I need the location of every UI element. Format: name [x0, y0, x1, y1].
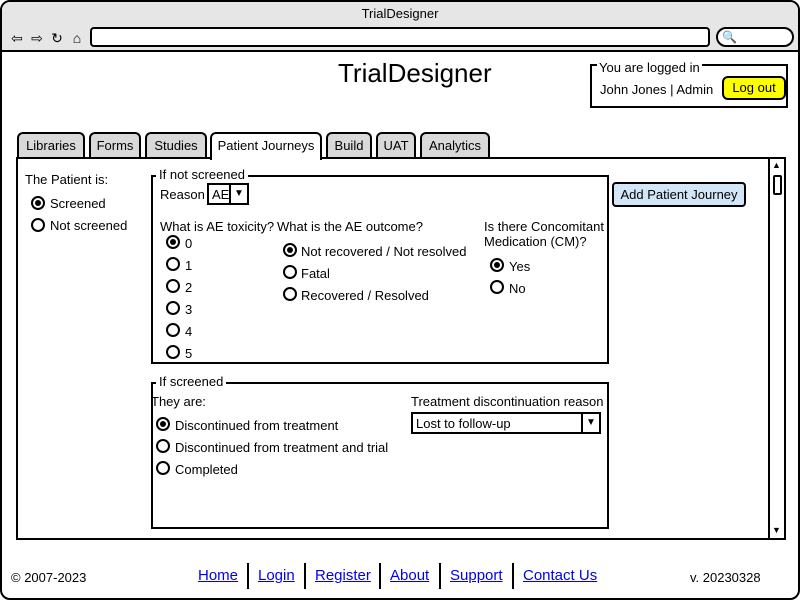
discontinuation-label: Treatment discontinuation reason [411, 394, 604, 409]
discontinuation-select[interactable]: Lost to follow-up ▼ [411, 412, 601, 434]
tab-analytics[interactable]: Analytics [420, 132, 490, 158]
footer-divider [379, 563, 381, 589]
search-icon: 🔍 [722, 30, 737, 44]
footer-divider [439, 563, 441, 589]
radio-not-screened-label: Not screened [50, 218, 128, 233]
they-are-label: They are: [151, 394, 206, 409]
reason-select[interactable]: AE ▼ [207, 183, 249, 205]
tab-build[interactable]: Build [326, 132, 372, 158]
toxicity-4-label: 4 [185, 324, 193, 339]
url-input[interactable] [90, 27, 710, 47]
footer-divider [512, 563, 514, 589]
radio-discontinued-trial[interactable] [156, 439, 170, 453]
add-patient-journey-button[interactable]: Add Patient Journey [612, 182, 746, 207]
radio-outcome-fatal[interactable] [283, 265, 297, 279]
browser-toolbar: ⇦ ⇨ ↻ ⌂ 🔍 [2, 26, 798, 52]
radio-screened-label: Screened [50, 196, 106, 211]
outcome-recovered-label: Recovered / Resolved [301, 288, 429, 303]
forward-icon[interactable]: ⇨ [28, 29, 46, 47]
window-title: TrialDesigner [2, 2, 798, 26]
radio-screened[interactable] [31, 196, 45, 210]
radio-not-screened[interactable] [31, 218, 45, 232]
radio-toxicity-4[interactable] [166, 323, 180, 337]
tab-studies[interactable]: Studies [145, 132, 207, 158]
user-name: John Jones | Admin [600, 82, 714, 97]
screened-legend: If screened [156, 374, 227, 389]
back-icon[interactable]: ⇦ [8, 29, 26, 47]
discontinuation-value: Lost to follow-up [416, 416, 511, 431]
reason-label: Reason [160, 187, 205, 202]
outcome-not-recovered-label: Not recovered / Not resolved [301, 244, 467, 259]
footer-link-register[interactable]: Register [315, 567, 371, 584]
footer-divider [247, 563, 249, 589]
login-legend: You are logged in [597, 60, 702, 75]
logout-button[interactable]: Log out [722, 76, 786, 100]
discontinued-treatment-label: Discontinued from treatment [175, 418, 339, 433]
scroll-down-icon[interactable]: ▼ [772, 525, 781, 535]
footer-link-support[interactable]: Support [450, 567, 503, 584]
footer-link-home[interactable]: Home [198, 567, 238, 584]
footer-link-about[interactable]: About [390, 567, 429, 584]
cm-question-line1: Is there Concomitant [484, 219, 604, 234]
radio-cm-yes[interactable] [490, 258, 504, 272]
outcome-question: What is the AE outcome? [277, 219, 423, 234]
vertical-scrollbar[interactable]: ▲ ▼ [768, 159, 784, 538]
radio-outcome-recovered[interactable] [283, 287, 297, 301]
version: v. 20230328 [690, 570, 761, 585]
toxicity-3-label: 3 [185, 302, 193, 317]
radio-toxicity-0[interactable] [166, 235, 180, 249]
app-title: TrialDesigner [338, 58, 492, 88]
cm-yes-label: Yes [509, 259, 531, 274]
home-icon[interactable]: ⌂ [68, 29, 86, 47]
tab-uat[interactable]: UAT [376, 132, 416, 158]
chevron-down-icon: ▼ [229, 185, 247, 203]
copyright: © 2007-2023 [11, 570, 87, 585]
radio-cm-no[interactable] [490, 280, 504, 294]
discontinued-trial-label: Discontinued from treatment and trial [175, 440, 389, 455]
radio-discontinued-treatment[interactable] [156, 417, 170, 431]
radio-toxicity-1[interactable] [166, 257, 180, 271]
toxicity-1-label: 1 [185, 258, 193, 273]
tab-patient-journeys[interactable]: Patient Journeys [210, 132, 322, 160]
toxicity-0-label: 0 [185, 236, 193, 251]
patient-heading: The Patient is: [25, 172, 109, 187]
footer-link-login[interactable]: Login [258, 567, 295, 584]
radio-toxicity-2[interactable] [166, 279, 180, 293]
radio-completed[interactable] [156, 461, 170, 475]
cm-no-label: No [509, 281, 526, 296]
footer-divider [304, 563, 306, 589]
scroll-up-icon[interactable]: ▲ [772, 160, 781, 170]
scroll-thumb[interactable] [773, 175, 782, 195]
radio-toxicity-5[interactable] [166, 345, 180, 359]
radio-outcome-not-recovered[interactable] [283, 243, 297, 257]
completed-label: Completed [175, 462, 238, 477]
reason-value: AE [212, 187, 230, 202]
tab-libraries[interactable]: Libraries [17, 132, 85, 158]
radio-toxicity-3[interactable] [166, 301, 180, 315]
toxicity-2-label: 2 [185, 280, 193, 295]
cm-question-line2: Medication (CM)? [484, 234, 587, 249]
not-screened-legend: If not screened [156, 167, 248, 182]
footer-link-contact[interactable]: Contact Us [523, 567, 597, 584]
tab-forms[interactable]: Forms [89, 132, 141, 158]
reload-icon[interactable]: ↻ [48, 29, 66, 47]
toxicity-5-label: 5 [185, 346, 193, 361]
chevron-down-icon: ▼ [581, 414, 599, 432]
browser-search-input[interactable]: 🔍 [716, 27, 794, 47]
toxicity-question: What is AE toxicity? [160, 219, 275, 234]
outcome-fatal-label: Fatal [301, 266, 330, 281]
